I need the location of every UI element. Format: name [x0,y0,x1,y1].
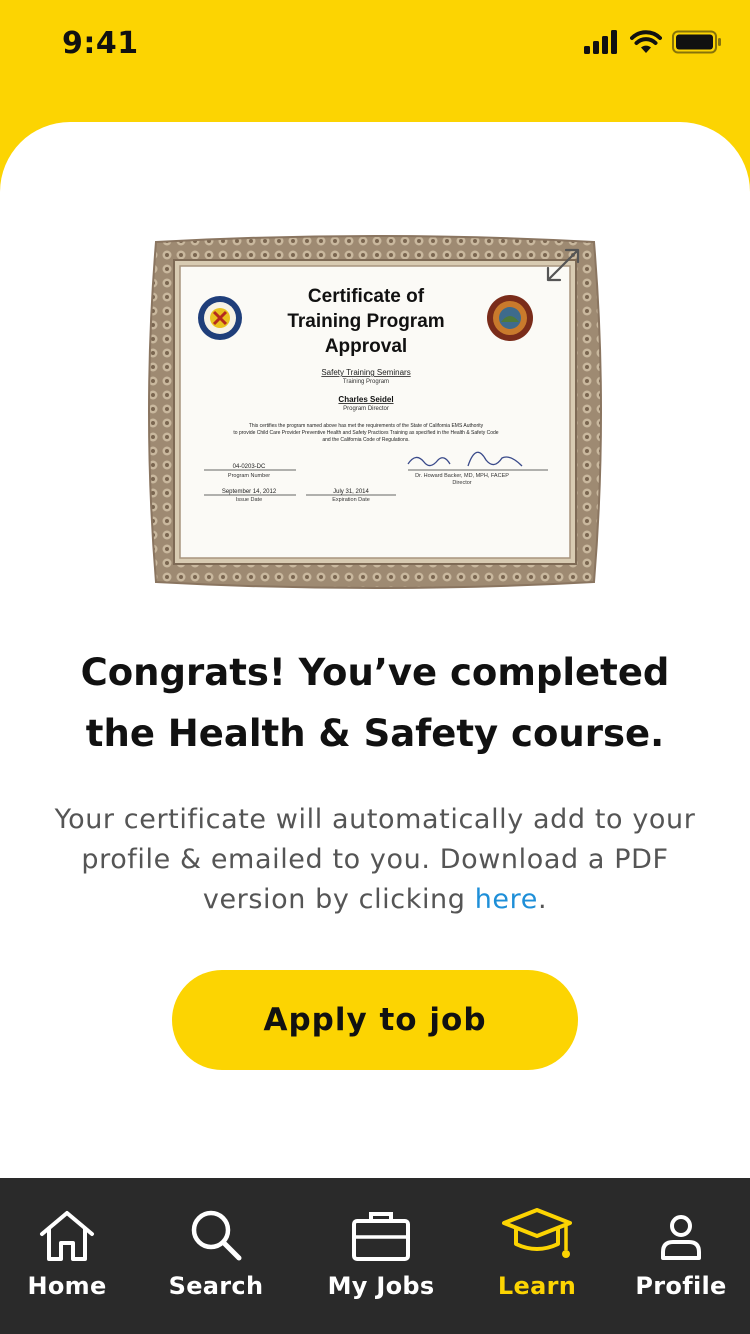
tab-search[interactable]: Search [166,1178,266,1334]
cert-director-caption: Program Director [343,406,389,412]
cert-expiration-date: July 31, 2014 [333,489,369,495]
tab-my-jobs[interactable]: My Jobs [320,1178,442,1334]
cert-program-number: 04-0203-DC [233,464,266,470]
battery-icon [672,30,721,54]
cert-title-line3: Approval [325,336,407,357]
expand-icon[interactable] [544,246,582,284]
graduation-cap-icon [502,1208,572,1258]
cert-signer-caption: Director [452,480,471,486]
wifi-icon [630,30,662,53]
signal-icon [584,30,617,54]
briefcase-icon [352,1212,410,1261]
tab-profile[interactable]: Profile [632,1178,730,1334]
status-icons [584,30,722,54]
description-text-end: . [537,884,548,915]
bottom-tab-bar: Home Search My Jobs Learn Profile [0,1178,750,1334]
cert-body-line1: This certifies the program named above h… [249,423,484,429]
tab-home-label: Home [27,1272,107,1300]
cert-program-caption: Training Program [343,379,389,385]
tab-learn-label: Learn [497,1272,577,1300]
cert-body-line2: to provide Child Care Provider Preventiv… [233,430,498,436]
cert-program-number-caption: Program Number [228,473,270,479]
state-seal-icon [487,295,533,341]
cert-issue-date-caption: Issue Date [236,497,262,503]
certificate-image[interactable]: Certificate of Training Program Approval… [146,234,604,590]
headline-line1: Congrats! You’ve completed [80,651,670,694]
status-bar: 9:41 [0,0,750,90]
cert-expiration-date-caption: Expiration Date [332,497,370,503]
download-pdf-link[interactable]: here [475,884,538,915]
cert-issue-date: September 14, 2012 [222,489,277,495]
headline-line2: the Health & Safety course. [85,712,665,755]
tab-home[interactable]: Home [22,1178,112,1334]
search-icon [191,1210,242,1261]
home-icon [40,1211,94,1261]
apply-to-job-button[interactable]: Apply to job [172,970,578,1070]
person-icon [661,1215,701,1260]
cert-title-line1: Certificate of [308,286,425,307]
completion-headline: Congrats! You’ve completed the Health & … [40,642,710,764]
description-text: Your certificate will automatically add … [54,804,696,915]
certificate-description: Your certificate will automatically add … [48,800,702,920]
tab-profile-label: Profile [635,1272,727,1300]
cert-body-line3: and the California Code of Regulations. [322,437,409,443]
cert-program: Safety Training Seminars [321,368,410,377]
tab-my-jobs-label: My Jobs [327,1272,435,1300]
tab-search-label: Search [168,1272,264,1300]
tab-learn[interactable]: Learn [494,1178,580,1334]
cert-director: Charles Seidel [338,395,393,404]
cert-title-line2: Training Program [287,311,444,332]
cert-signer: Dr. Howard Backer, MD, MPH, FACEP [415,473,509,479]
emsa-seal-icon [198,296,242,340]
status-time: 9:41 [62,26,139,61]
